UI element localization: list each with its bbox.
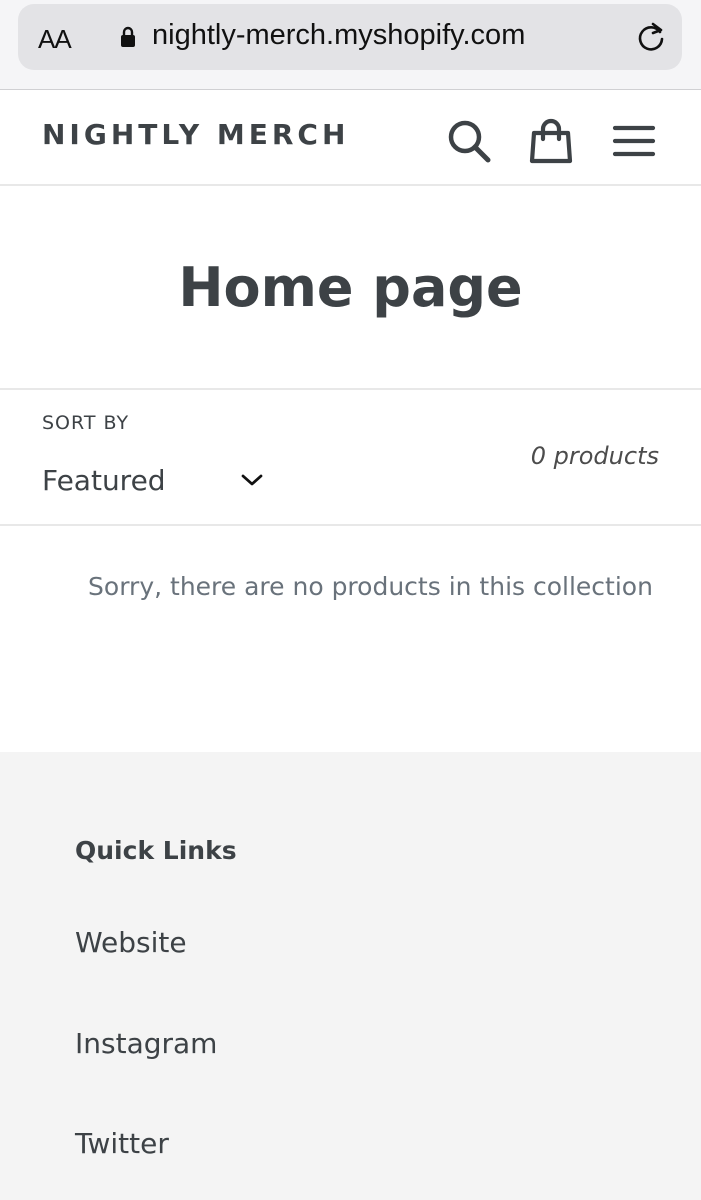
site-footer: Quick Links Website Instagram Twitter [0, 752, 701, 1200]
footer-link-twitter[interactable]: Twitter [75, 1127, 169, 1160]
store-logo[interactable]: NIGHTLY MERCH [42, 118, 349, 151]
search-icon[interactable] [446, 118, 492, 164]
sort-by-select[interactable]: Featured [42, 464, 272, 504]
url-text[interactable]: nightly-merch.myshopify.com [152, 19, 525, 52]
browser-chrome: AA nightly-merch.myshopify.com [0, 0, 701, 90]
text-size-label: AA [38, 24, 72, 54]
text-size-button[interactable]: AA [38, 24, 72, 55]
address-bar[interactable]: AA nightly-merch.myshopify.com [18, 4, 682, 70]
page-title: Home page [178, 256, 523, 319]
footer-link-website[interactable]: Website [75, 926, 187, 959]
sort-selected-value: Featured [42, 464, 166, 497]
sort-by-label: SORT BY [42, 412, 130, 434]
menu-icon[interactable] [611, 118, 657, 164]
empty-collection-message: Sorry, there are no products in this col… [88, 572, 653, 601]
product-count: 0 products [530, 442, 659, 470]
cart-icon[interactable] [528, 118, 574, 164]
footer-heading: Quick Links [75, 836, 237, 865]
collection-filters: SORT BY Featured 0 products [0, 388, 701, 526]
footer-link-instagram[interactable]: Instagram [75, 1027, 217, 1060]
chevron-down-icon [241, 474, 263, 486]
lock-icon [121, 26, 135, 47]
site-header: NIGHTLY MERCH [0, 90, 701, 186]
reload-icon[interactable] [635, 20, 667, 54]
